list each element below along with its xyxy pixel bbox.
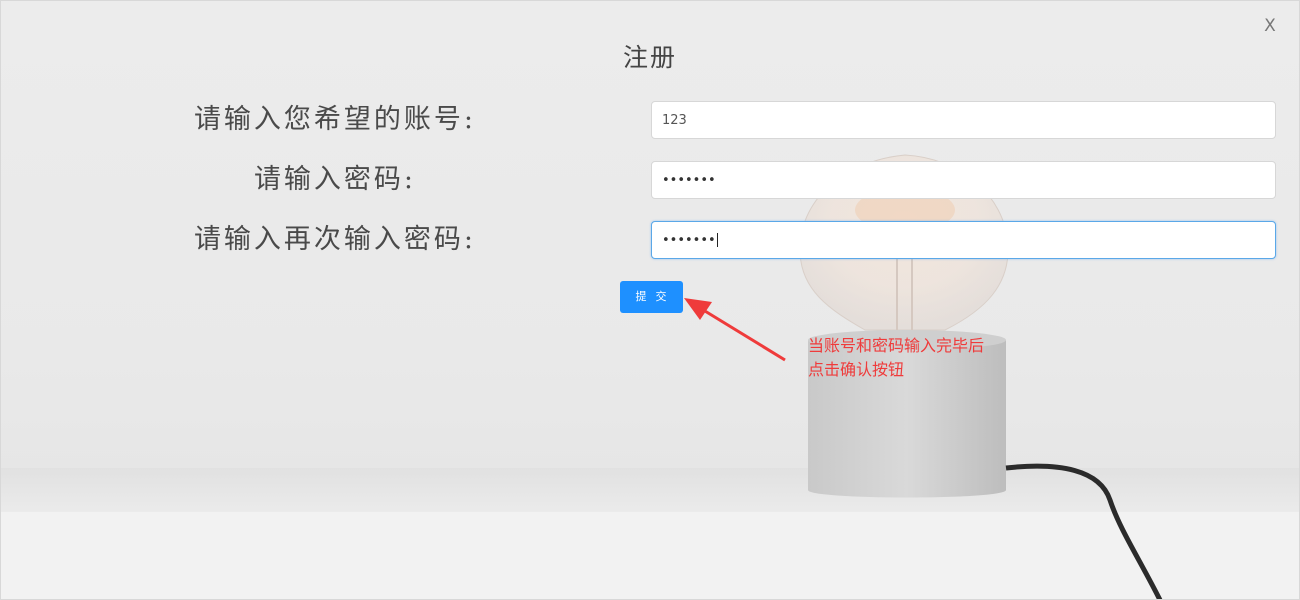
text-caret bbox=[716, 233, 718, 247]
submit-button[interactable]: 提交 bbox=[620, 281, 683, 313]
confirm-password-input[interactable]: ••••••• bbox=[651, 221, 1276, 259]
account-input-value: 123 bbox=[662, 112, 687, 128]
register-page: X 注册 请输入您希望的账号: 123 请输入密码: ••••••• 请输入再次… bbox=[0, 0, 1300, 600]
confirm-password-label: 请输入再次输入密码: bbox=[193, 224, 477, 255]
page-title: 注册 bbox=[622, 43, 677, 72]
confirm-password-input-value: ••••••• bbox=[662, 232, 716, 248]
close-button[interactable]: X bbox=[1260, 14, 1280, 38]
account-label: 请输入您希望的账号: bbox=[193, 104, 477, 135]
annotation-text: 当账号和密码输入完毕后点击确认按钮 bbox=[808, 336, 985, 379]
account-input[interactable]: 123 bbox=[651, 101, 1276, 139]
password-input-value: ••••••• bbox=[662, 172, 716, 188]
password-input[interactable]: ••••••• bbox=[651, 161, 1276, 199]
password-label: 请输入密码: bbox=[253, 164, 417, 195]
